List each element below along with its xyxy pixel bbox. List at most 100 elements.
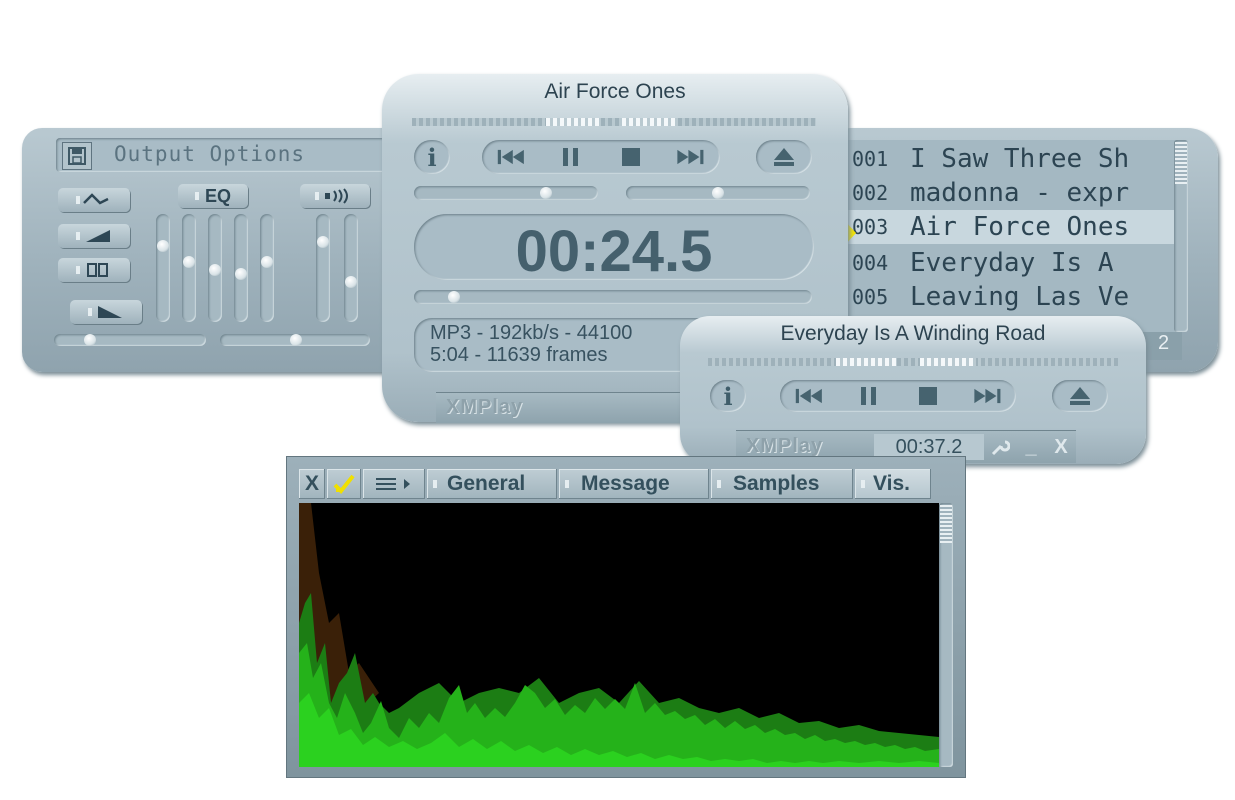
surround-slider-1[interactable] (316, 214, 330, 322)
next-track-icon[interactable] (675, 144, 705, 170)
surround-slider-2[interactable] (344, 214, 358, 322)
stop-icon[interactable] (913, 383, 943, 409)
mini-player-window: Everyday Is A Winding Road i XMPlay 00:3… (680, 316, 1146, 464)
tab-general[interactable]: General (427, 469, 557, 499)
playlist-count-text: 2 (1158, 332, 1170, 354)
eq-band-5-knob[interactable] (261, 256, 273, 268)
dual-icon (76, 263, 108, 277)
floppy-disk-icon[interactable] (62, 142, 92, 170)
close-button[interactable]: X (1048, 433, 1074, 461)
playlist-scroll-thumb[interactable] (1175, 142, 1187, 184)
wave-mode-button[interactable] (58, 188, 130, 212)
eq-band-2-knob[interactable] (183, 256, 195, 268)
ramp-mode-button[interactable] (58, 224, 130, 248)
dual-mode-button[interactable] (58, 258, 130, 282)
pan-slider[interactable] (626, 186, 810, 200)
xmplay-logo: XMPlay (446, 396, 524, 418)
wrench-icon[interactable] (986, 433, 1014, 461)
tab-samples-label: Samples (733, 472, 820, 495)
spectrum-graph (299, 503, 939, 767)
eq-band-1-slider[interactable] (156, 214, 170, 322)
output-options-titlebar: Output Options (56, 138, 406, 172)
playlist-item[interactable]: 005 Leaving Las Ve (846, 280, 1178, 314)
balance-slider[interactable] (54, 334, 206, 346)
playlist-item-number: 002 (852, 181, 889, 205)
playlist-item-number: 004 (852, 251, 889, 275)
mini-eject-button[interactable] (1052, 380, 1108, 412)
seek-knob[interactable] (448, 291, 460, 303)
ramp-icon (76, 230, 110, 242)
previous-track-icon[interactable] (795, 383, 825, 409)
tab-samples[interactable]: Samples (711, 469, 853, 499)
info-icon: i (427, 142, 437, 172)
tab-message-label: Message (581, 472, 670, 495)
playlist-item[interactable]: 004 Everyday Is A (846, 246, 1178, 280)
menu-list-icon[interactable] (363, 469, 425, 499)
info-button[interactable]: i (414, 140, 450, 174)
pause-icon[interactable] (854, 383, 884, 409)
eq-band-4-slider[interactable] (234, 214, 248, 322)
output-knob[interactable] (290, 334, 302, 346)
fade-mode-button[interactable] (70, 300, 142, 324)
seek-bar[interactable] (414, 290, 812, 304)
pan-knob[interactable] (712, 187, 724, 199)
time-readout: 00:24.5 (515, 219, 713, 284)
transport-controls (482, 140, 720, 174)
mini-xmplay-logo: XMPlay (746, 435, 824, 457)
playlist-item-title: Leaving Las Ve (910, 282, 1130, 312)
vis-close-button[interactable]: X (299, 469, 325, 499)
speaker-icon (315, 188, 348, 204)
track-length-info: 5:04 - 11639 frames (430, 344, 608, 366)
output-slider[interactable] (220, 334, 370, 346)
time-display[interactable]: 00:24.5 (414, 214, 814, 284)
level-meter (412, 118, 816, 126)
info-vis-window: X General Message Samples Vis. (286, 456, 966, 778)
pause-icon[interactable] (556, 144, 586, 170)
tab-vis-label: Vis. (873, 472, 910, 495)
surround-knob-2[interactable] (345, 276, 357, 288)
mini-level-meter-left (836, 358, 896, 366)
spectrum-visualization (299, 503, 939, 767)
output-options-window: Output Options EQ (22, 128, 422, 372)
minimize-button[interactable]: _ (1018, 433, 1044, 461)
playlist-item[interactable]: 001 I Saw Three Sh (846, 142, 1178, 176)
playlist-item-title: Air Force Ones (910, 212, 1130, 242)
surround-button[interactable] (300, 184, 370, 208)
eq-band-1-knob[interactable] (157, 240, 169, 252)
volume-knob[interactable] (540, 187, 552, 199)
vis-scrollbar[interactable] (939, 503, 953, 767)
eq-label: EQ (204, 185, 231, 206)
playlist-scrollbar[interactable] (1174, 140, 1188, 332)
eq-band-2-slider[interactable] (182, 214, 196, 322)
eq-band-5-slider[interactable] (260, 214, 274, 322)
stop-icon[interactable] (616, 144, 646, 170)
eq-band-3-knob[interactable] (209, 264, 221, 276)
checkmark-icon[interactable] (327, 469, 361, 499)
eq-band-4-knob[interactable] (235, 268, 247, 280)
info-icon: i (723, 381, 733, 411)
mini-info-button[interactable]: i (710, 380, 746, 412)
volume-slider[interactable] (414, 186, 598, 200)
playlist-item-title: Everyday Is A (910, 248, 1114, 278)
mini-level-meter-right (920, 358, 976, 366)
tab-message[interactable]: Message (559, 469, 709, 499)
next-track-icon[interactable] (972, 383, 1002, 409)
tab-vis[interactable]: Vis. (855, 469, 931, 499)
surround-knob-1[interactable] (317, 236, 329, 248)
eq-button[interactable]: EQ (178, 184, 248, 208)
vis-scroll-thumb[interactable] (940, 505, 952, 543)
track-title: Air Force Ones (544, 80, 686, 103)
playlist-list: 001 I Saw Three Sh 002 madonna - expr 00… (846, 140, 1178, 332)
mini-track-title: Everyday Is A Winding Road (780, 322, 1046, 345)
previous-track-icon[interactable] (497, 144, 527, 170)
fade-icon (88, 306, 122, 318)
playlist-item[interactable]: 002 madonna - expr (846, 176, 1178, 210)
mini-transport-controls (780, 380, 1016, 412)
playlist-item-title: I Saw Three Sh (910, 144, 1130, 174)
wave-icon (76, 193, 109, 205)
playlist-item-number: 001 (852, 147, 889, 171)
playlist-item-current[interactable]: 003 Air Force Ones (846, 210, 1178, 244)
balance-knob[interactable] (84, 334, 96, 346)
eject-button[interactable] (756, 140, 812, 174)
eq-band-3-slider[interactable] (208, 214, 222, 322)
